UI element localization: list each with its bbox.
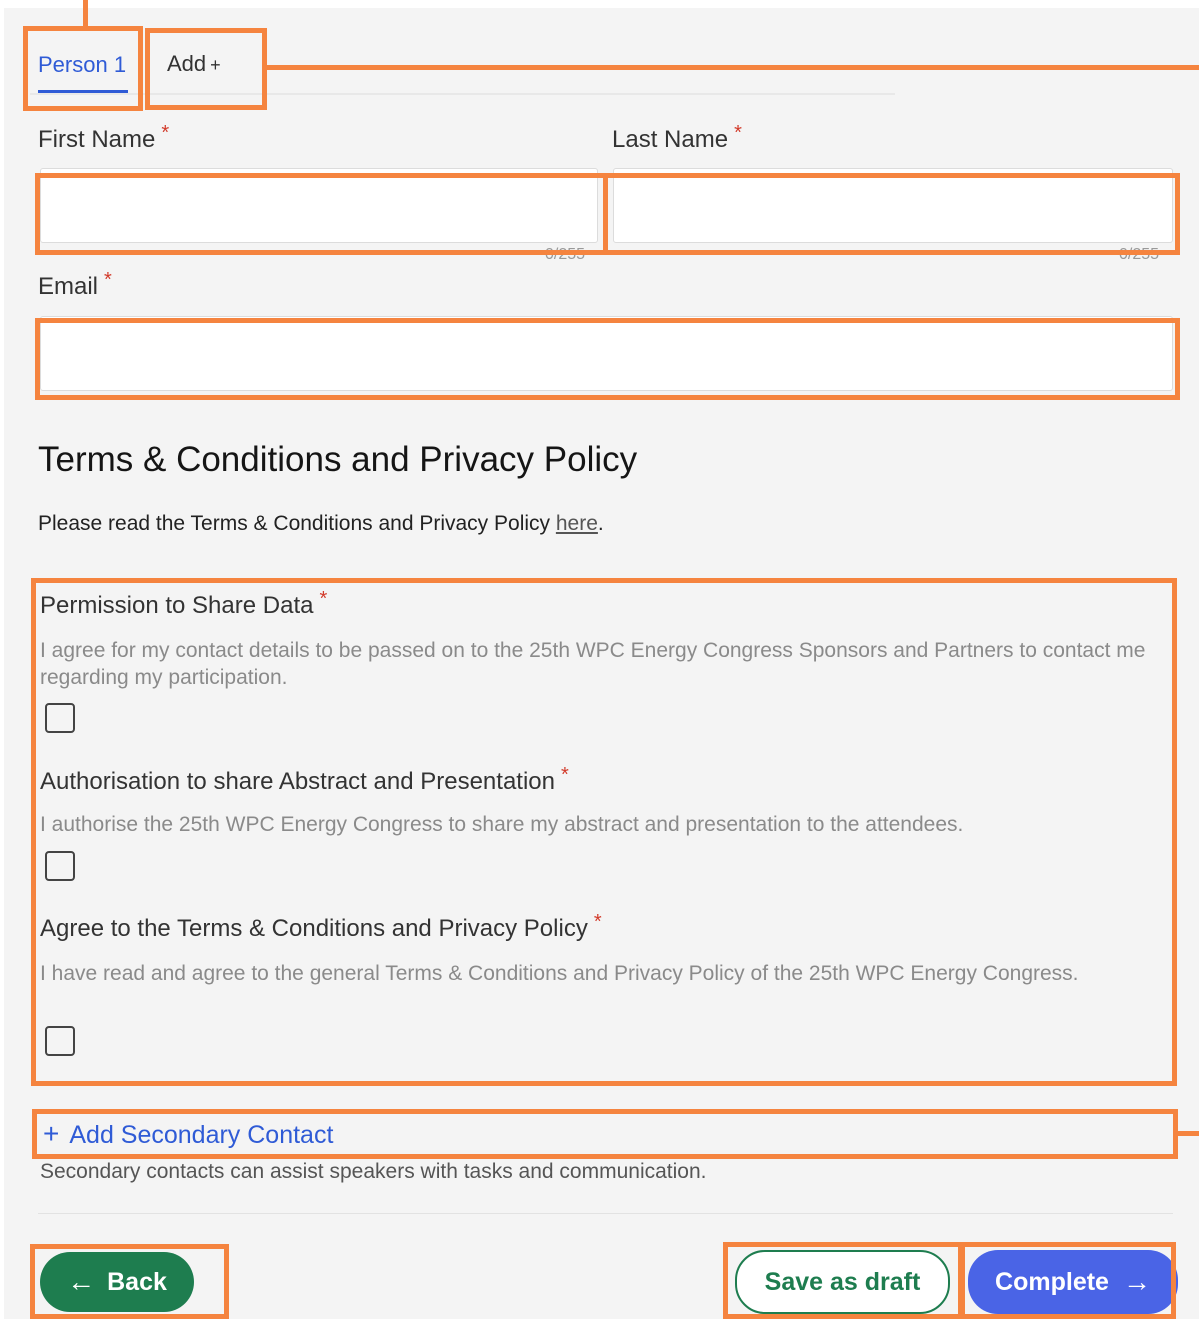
consent-terms-description: I have read and agree to the general Ter… [40,962,1079,985]
required-asterisk: * [560,764,569,786]
arrow-right-icon: → [1122,1266,1151,1297]
first-name-label-text: First Name [38,126,156,153]
consent-abstract-label: Authorisation to share Abstract and Pres… [40,764,569,796]
tab-person-1[interactable]: Person 1 [38,52,126,78]
first-name-label: First Name * [38,122,169,154]
consent-terms-checkbox[interactable] [45,1026,75,1056]
email-label: Email * [38,269,112,301]
required-asterisk: * [104,269,112,291]
arrow-left-icon: ← [67,1266,96,1297]
email-input[interactable] [40,316,1173,391]
required-asterisk: * [593,911,602,933]
required-asterisk: * [319,588,328,610]
last-name-label: Last Name * [612,122,742,154]
terms-intro-period: . [597,512,604,535]
consent-abstract-description: I authorise the 25th WPC Energy Congress… [40,813,964,836]
consent-share-data-description: I agree for my contact details to be pas… [40,639,1146,689]
last-name-label-text: Last Name [612,126,729,153]
tab-add-label: Add [167,51,207,76]
consent-terms-label: Agree to the Terms & Conditions and Priv… [40,911,602,943]
terms-heading: Terms & Conditions and Privacy Policy [38,440,638,479]
consent-share-data-label: Permission to Share Data * [40,588,327,620]
last-name-input[interactable] [613,168,1173,243]
complete-button-label: Complete [995,1267,1109,1296]
consent-abstract-checkbox[interactable] [45,851,75,881]
required-asterisk: * [161,122,170,144]
back-button-label: Back [107,1267,167,1296]
consent-label-text: Authorisation to share Abstract and Pres… [40,768,555,795]
secondary-contact-description: Secondary contacts can assist speakers w… [40,1160,707,1183]
add-secondary-contact-link[interactable]: + Add Secondary Contact [43,1118,333,1150]
back-button[interactable]: ← Back [40,1252,194,1312]
active-tab-indicator [38,90,128,93]
consent-label-text: Permission to Share Data [40,592,314,619]
plus-icon: + [210,55,221,75]
first-name-input[interactable] [40,168,598,243]
consent-label-text: Agree to the Terms & Conditions and Priv… [40,915,588,942]
tab-add-person[interactable]: Add + [167,51,221,77]
required-asterisk: * [734,122,742,144]
add-secondary-contact-label: Add Secondary Contact [69,1121,334,1149]
save-draft-button[interactable]: Save as draft [735,1250,950,1314]
tabs-divider [30,93,895,95]
footer-divider [38,1213,1173,1214]
terms-intro: Please read the Terms & Conditions and P… [38,512,604,536]
last-name-char-counter: 0/255 [1119,246,1160,263]
consent-share-data-checkbox[interactable] [45,703,75,733]
complete-button[interactable]: Complete → [968,1250,1178,1314]
email-label-text: Email [38,273,99,300]
plus-icon: + [43,1118,60,1149]
terms-link[interactable]: here [556,512,598,535]
terms-intro-text: Please read the Terms & Conditions and P… [38,512,551,535]
first-name-char-counter: 0/255 [545,246,586,263]
